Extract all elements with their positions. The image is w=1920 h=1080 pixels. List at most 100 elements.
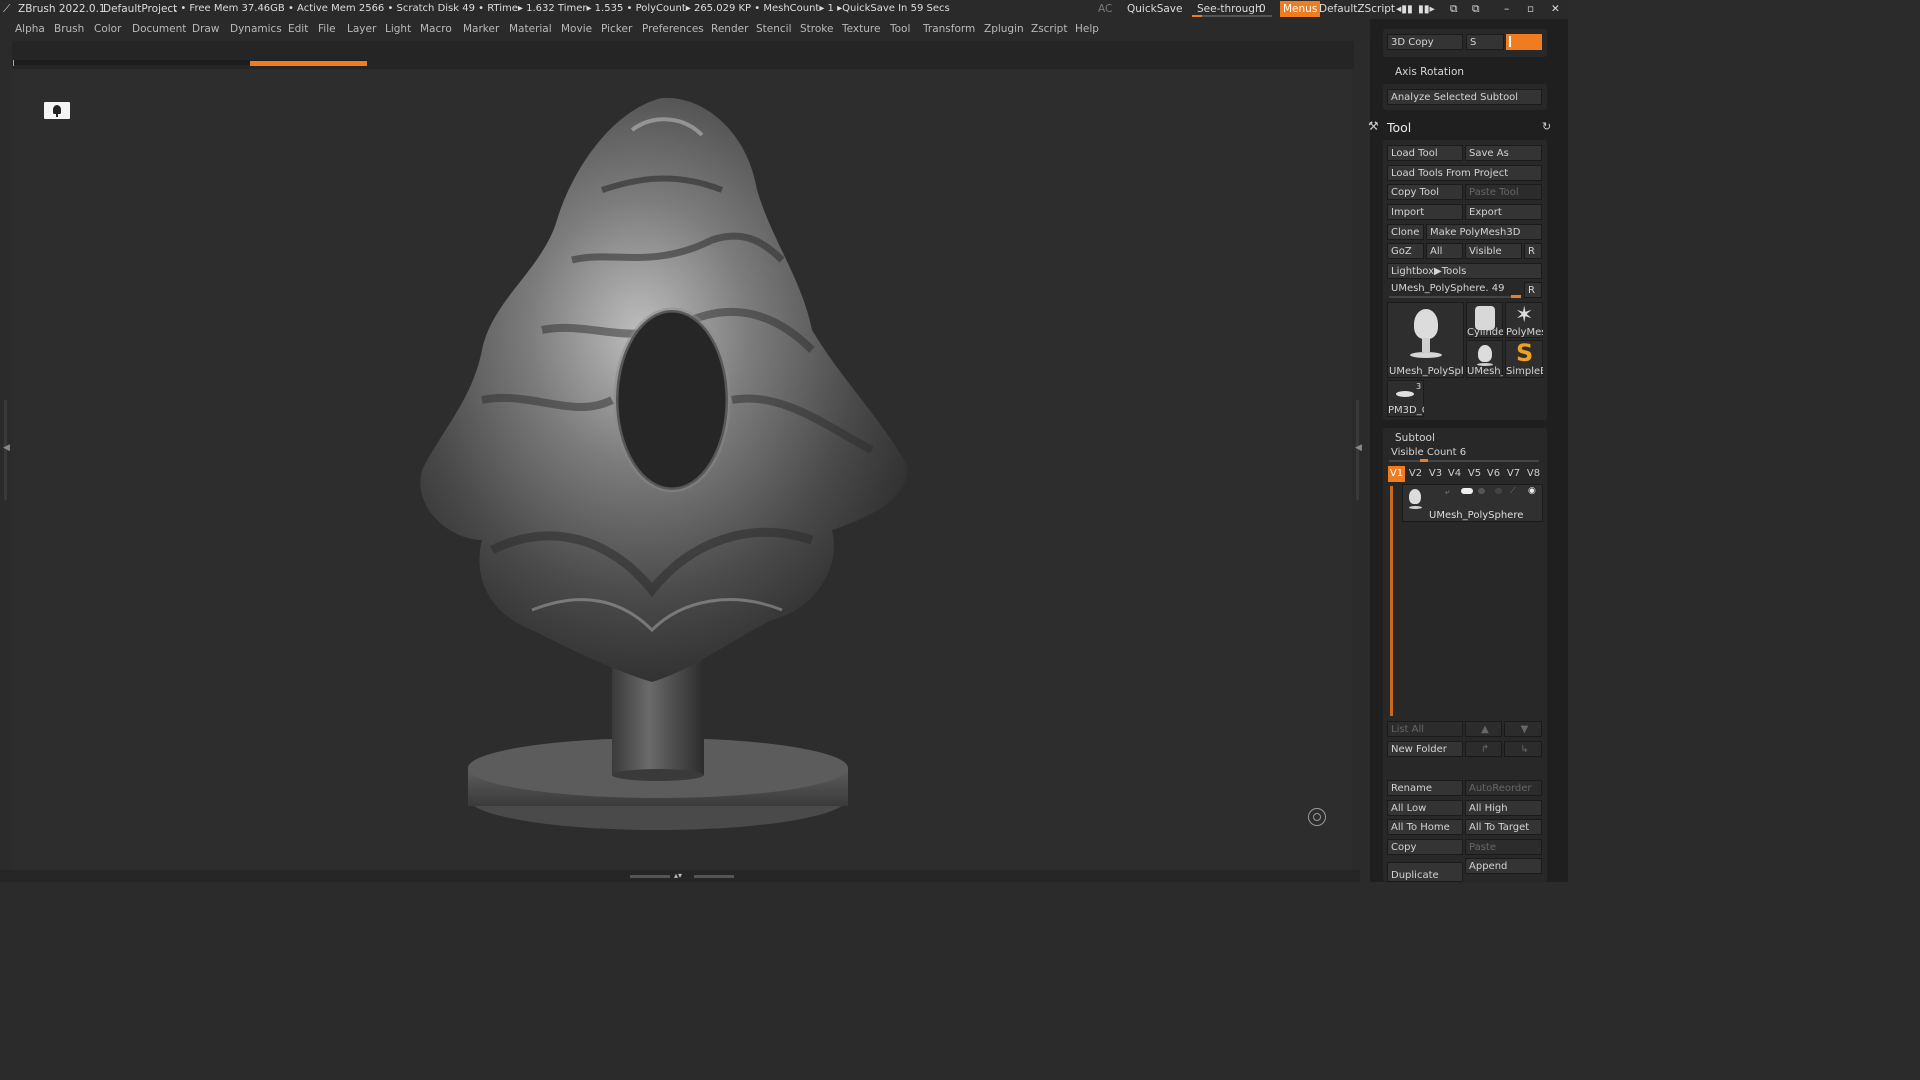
- subtool-edit-icon[interactable]: ⟋: [1510, 486, 1516, 496]
- save-as-button[interactable]: Save As: [1465, 145, 1542, 161]
- bottom-tray-handle-right[interactable]: [694, 875, 734, 878]
- document-canvas[interactable]: [12, 70, 1352, 870]
- subtool-polypaint-icon[interactable]: [1461, 488, 1473, 494]
- layout-toggle-icon[interactable]: ◂▮▮: [1396, 3, 1413, 15]
- list-all-button[interactable]: List All: [1387, 721, 1463, 737]
- menu-dynamics[interactable]: Dynamics: [230, 23, 282, 35]
- s-slider-fill[interactable]: [1506, 34, 1542, 50]
- menu-draw[interactable]: Draw: [192, 23, 219, 35]
- folder-up-icon[interactable]: ↱: [1465, 741, 1502, 757]
- menu-brush[interactable]: Brush: [54, 23, 84, 35]
- menu-marker[interactable]: Marker: [463, 23, 499, 35]
- menu-stroke[interactable]: Stroke: [800, 23, 833, 35]
- menu-texture[interactable]: Texture: [842, 23, 880, 35]
- bottom-tray-arrow-icon[interactable]: ▴▾: [674, 871, 682, 880]
- layout-toggle2-icon[interactable]: ▮▮▸: [1418, 3, 1435, 15]
- visible-count-slider[interactable]: [1389, 460, 1539, 462]
- tab-v4[interactable]: V4: [1446, 466, 1463, 482]
- axis-rotation-label[interactable]: Axis Rotation: [1395, 66, 1464, 78]
- clone-button[interactable]: Clone: [1387, 224, 1424, 240]
- window-cascade-icon[interactable]: ⧉: [1472, 3, 1480, 16]
- menu-transform[interactable]: Transform: [923, 23, 975, 35]
- menu-preferences[interactable]: Preferences: [642, 23, 704, 35]
- goz-visible-button[interactable]: Visible: [1465, 243, 1522, 259]
- see-through-slider[interactable]: [1192, 15, 1272, 17]
- see-through-label[interactable]: See-through: [1197, 3, 1262, 15]
- menu-macro[interactable]: Macro: [420, 23, 452, 35]
- goz-all-button[interactable]: All: [1426, 243, 1463, 259]
- subtool-lock-icon[interactable]: [1478, 488, 1485, 494]
- make-polymesh3d-button[interactable]: Make PolyMesh3D: [1426, 224, 1542, 240]
- paste-button[interactable]: Paste: [1465, 839, 1542, 855]
- menu-edit[interactable]: Edit: [288, 23, 308, 35]
- analyze-subtool-button[interactable]: Analyze Selected Subtool: [1387, 89, 1542, 105]
- menu-render[interactable]: Render: [711, 23, 748, 35]
- close-icon[interactable]: ✕: [1551, 3, 1560, 15]
- copy-tool-button[interactable]: Copy Tool: [1387, 184, 1463, 200]
- export-button[interactable]: Export: [1465, 204, 1542, 220]
- subtool-solo-icon[interactable]: [1495, 488, 1502, 494]
- goz-button[interactable]: GoZ: [1387, 243, 1424, 259]
- menu-zplugin[interactable]: Zplugin: [984, 23, 1024, 35]
- tool-r-button[interactable]: R: [1524, 282, 1542, 298]
- menu-picker[interactable]: Picker: [601, 23, 632, 35]
- menu-document[interactable]: Document: [132, 23, 186, 35]
- tool-palette-title[interactable]: Tool: [1387, 120, 1411, 135]
- menu-light[interactable]: Light: [385, 23, 411, 35]
- menu-layer[interactable]: Layer: [347, 23, 376, 35]
- move-down-icon[interactable]: ▼: [1504, 721, 1542, 737]
- menu-material[interactable]: Material: [509, 23, 552, 35]
- right-tray-arrow-icon[interactable]: ◀: [1355, 443, 1362, 453]
- duplicate-button[interactable]: Duplicate: [1387, 862, 1463, 882]
- ac-button[interactable]: AC: [1098, 3, 1112, 15]
- tab-v2[interactable]: V2: [1407, 466, 1424, 482]
- copy3d-button[interactable]: 3D Copy: [1387, 34, 1463, 50]
- new-folder-button[interactable]: New Folder: [1387, 741, 1463, 757]
- menus-button[interactable]: Menus: [1280, 1, 1321, 17]
- all-high-button[interactable]: All High: [1465, 800, 1542, 816]
- subtool-brush-icon[interactable]: ⤶: [1445, 487, 1449, 497]
- tab-v6[interactable]: V6: [1485, 466, 1502, 482]
- menu-help[interactable]: Help: [1075, 23, 1099, 35]
- current-tool-name[interactable]: UMesh_PolySphere. 49: [1391, 283, 1504, 294]
- perspective-gizmo-icon[interactable]: [1308, 808, 1326, 826]
- folder-down-icon[interactable]: ↳: [1504, 741, 1542, 757]
- all-low-button[interactable]: All Low: [1387, 800, 1463, 816]
- subtool-title[interactable]: Subtool: [1395, 432, 1435, 444]
- autoreorder-button[interactable]: AutoReorder: [1465, 780, 1542, 796]
- load-tool-button[interactable]: Load Tool: [1387, 145, 1463, 161]
- tab-v3[interactable]: V3: [1427, 466, 1444, 482]
- subtool-visibility-icon[interactable]: ◉: [1528, 486, 1536, 496]
- subtool-item[interactable]: ⤶ ⟋ ◉ UMesh_PolySphere: [1402, 484, 1543, 522]
- tab-v1[interactable]: V1: [1388, 466, 1405, 482]
- zscript-label[interactable]: DefaultZScript: [1319, 3, 1395, 15]
- minimize-icon[interactable]: –: [1504, 3, 1509, 15]
- import-button[interactable]: Import: [1387, 204, 1463, 220]
- palette-refresh-icon[interactable]: ↻: [1542, 120, 1551, 133]
- lightbox-tools-button[interactable]: Lightbox▶Tools: [1387, 263, 1542, 279]
- load-tools-from-project-button[interactable]: Load Tools From Project: [1387, 165, 1542, 181]
- sculpt-model[interactable]: [12, 70, 1352, 870]
- all-to-home-button[interactable]: All To Home: [1387, 819, 1463, 835]
- visible-count-label[interactable]: Visible Count 6: [1391, 447, 1466, 458]
- bottom-tray-handle-left[interactable]: [630, 875, 670, 878]
- subtool-scrollbar[interactable]: [1390, 486, 1393, 716]
- tab-v5[interactable]: V5: [1466, 466, 1483, 482]
- menu-movie[interactable]: Movie: [561, 23, 592, 35]
- rename-button[interactable]: Rename: [1387, 780, 1463, 796]
- left-tray-arrow-icon[interactable]: ◀: [3, 443, 10, 453]
- tab-v7[interactable]: V7: [1505, 466, 1522, 482]
- append-button[interactable]: Append: [1465, 858, 1542, 874]
- copy-button[interactable]: Copy: [1387, 839, 1463, 855]
- all-to-target-button[interactable]: All To Target: [1465, 819, 1542, 835]
- menu-color[interactable]: Color: [94, 23, 121, 35]
- menu-tool[interactable]: Tool: [890, 23, 910, 35]
- tool-slider[interactable]: [1389, 296, 1521, 298]
- goz-r-button[interactable]: R: [1524, 243, 1542, 259]
- paste-tool-button[interactable]: Paste Tool: [1465, 184, 1542, 200]
- s-button[interactable]: S: [1466, 34, 1504, 50]
- move-up-icon[interactable]: ▲: [1465, 721, 1502, 737]
- tab-v8[interactable]: V8: [1525, 466, 1542, 482]
- menu-alpha[interactable]: Alpha: [15, 23, 45, 35]
- window-arrange-icon[interactable]: ⧉: [1450, 3, 1458, 16]
